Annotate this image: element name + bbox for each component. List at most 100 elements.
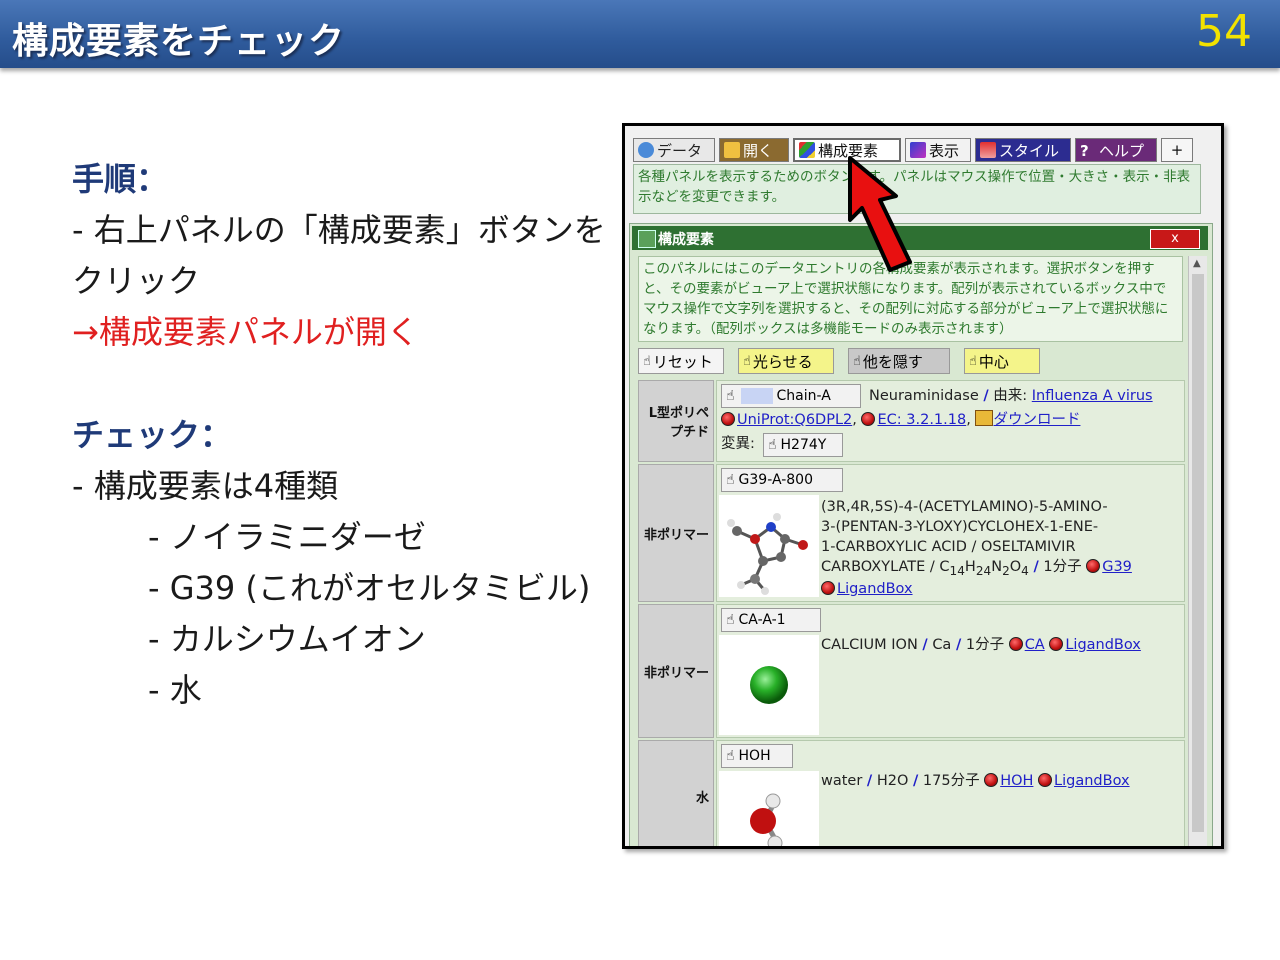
style-button[interactable]: スタイル [975, 138, 1071, 162]
g39-link[interactable]: G39 [1102, 559, 1132, 575]
download-link[interactable]: ダウンロード [993, 412, 1080, 428]
protein-name: Neuraminidase [869, 388, 979, 404]
formula-part: N [991, 559, 1003, 575]
open-button[interactable]: 開く [719, 138, 789, 162]
entry-body: ☝ G39-A-800 (3R,4R,5S)-4-(ACETYLAMINO)-5… [716, 464, 1185, 602]
procedure-result: →構成要素パネルが開く [72, 313, 419, 351]
data-icon [638, 142, 654, 158]
hoh-select-button[interactable]: ☝ HOH [721, 744, 793, 768]
ball-icon [1086, 559, 1101, 573]
hand-icon: ☝ [768, 437, 777, 453]
formula-part: 4 [1021, 563, 1029, 578]
panel-title: 構成要素 [658, 232, 714, 248]
entry-label: L型ポリペプチド [638, 380, 714, 462]
entry-body: ☝ CA-A-1 CALCIUM ION / Ca / 1分子 CA Ligan… [716, 604, 1185, 738]
water-name: water [821, 773, 863, 789]
help-button[interactable]: ? ヘルプ [1075, 138, 1157, 162]
display-button-label: 表示 [929, 141, 960, 160]
hand-icon: ☝ [969, 353, 977, 369]
center-button[interactable]: ☝ 中心 [964, 348, 1040, 374]
water-structure-image [719, 771, 819, 846]
check-item-neuraminidase: - ノイラミニダーゼ [148, 518, 426, 556]
slide-title: 構成要素をチェック [12, 21, 346, 62]
chain-color-swatch [740, 388, 773, 404]
ball-icon [861, 412, 876, 426]
g39-select-button[interactable]: ☝ G39-A-800 [721, 468, 843, 492]
hand-icon: ☝ [853, 353, 861, 369]
chain-label: Chain-A [776, 388, 831, 404]
panel-header[interactable]: 構成要素 x [632, 226, 1208, 250]
center-label: 中心 [978, 352, 1009, 371]
hoh-chip-label: HOH [738, 748, 771, 764]
add-panel-button[interactable]: + [1161, 138, 1193, 162]
procedure-line-1: - 右上パネルの「構成要素」ボタンを [72, 211, 606, 249]
ligandbox-link[interactable]: LigandBox [1065, 637, 1141, 653]
hand-icon: ☝ [643, 353, 651, 369]
check-item-calcium: - カルシウムイオン [148, 620, 426, 658]
g39-links-line: LigandBox [821, 579, 913, 599]
glow-label: 光らせる [752, 352, 813, 371]
formula-part: 2 [1002, 563, 1010, 578]
ligandbox-link[interactable]: LigandBox [1054, 773, 1130, 789]
ball-icon [984, 773, 999, 787]
ligandbox-link[interactable]: LigandBox [837, 581, 913, 597]
entry-label: 非ポリマー [638, 464, 714, 602]
close-button[interactable]: x [1150, 229, 1200, 249]
check-item-g39: - G39 (これがオセルタミビル) [148, 569, 591, 607]
scroll-up-icon[interactable]: ▲ [1193, 258, 1201, 269]
help-button-label: ヘルプ [1099, 141, 1145, 160]
entry-body: ☝ HOH water / H2O / 175分子 HOH LigandBox [716, 740, 1185, 846]
g39-structure-image [719, 495, 819, 597]
ball-icon [1038, 773, 1053, 787]
red-arrow-icon [848, 156, 912, 272]
chain-a-select-button[interactable]: ☝ Chain-A [721, 384, 861, 408]
ball-icon [1008, 637, 1023, 651]
water-info-line: water / H2O / 175分子 HOH LigandBox [821, 773, 1130, 789]
formula-part: 14 [949, 563, 965, 578]
data-button[interactable]: データ [633, 138, 715, 162]
ca-chip-label: CA-A-1 [738, 612, 786, 628]
page-number: 54 [1196, 6, 1252, 57]
calcium-symbol: Ca [932, 637, 952, 653]
uniprot-link[interactable]: UniProt:Q6DPL2 [737, 412, 852, 428]
entry-body: ☝ Chain-A Neuraminidase / 由来: Influenza … [716, 380, 1185, 462]
hoh-link[interactable]: HOH [1000, 773, 1033, 789]
calcium-name: CALCIUM ION [821, 637, 918, 653]
origin-link[interactable]: Influenza A virus [1032, 388, 1153, 404]
reset-button[interactable]: ☝ リセット [638, 348, 724, 374]
g39-chip-label: G39-A-800 [738, 472, 813, 488]
hide-others-label: 他を隠す [862, 352, 923, 371]
entry-g39: 非ポリマー ☝ G39-A-800 (3R,4R,5S)-4-(ACETYLAM… [638, 464, 1185, 602]
hand-icon: ☝ [726, 612, 735, 628]
mutation-value: H274Y [780, 437, 827, 453]
viewer-screenshot: データ 開く 構成要素 表示 スタイル ? ヘルプ + 各種パネルを表示するため… [622, 123, 1224, 849]
entry-1-line-2: UniProt:Q6DPL2, EC: 3.2.1.18, ダウンロード [721, 410, 1080, 430]
hide-others-button[interactable]: ☝ 他を隠す [848, 348, 950, 374]
water-formula: H2O [876, 773, 909, 789]
g39-name-line-1: (3R,4R,5S)-4-(ACETYLAMINO)-5-AMINO- [821, 499, 1108, 515]
entry-1-line-1: Neuraminidase / 由来: Influenza A virus [869, 388, 1153, 404]
calcium-structure-image [719, 635, 819, 735]
ca-select-button[interactable]: ☝ CA-A-1 [721, 608, 821, 632]
download-icon [975, 410, 994, 426]
ball-icon [821, 581, 835, 595]
mutation-label: 変異: [721, 436, 755, 452]
molecule-count: 1分子 [965, 637, 1005, 653]
components-icon [799, 142, 815, 158]
procedure-heading: 手順： [72, 160, 169, 198]
components-icon [638, 230, 656, 248]
mutation-select-button[interactable]: ☝ H274Y [763, 433, 843, 457]
ca-link[interactable]: CA [1025, 637, 1045, 653]
entry-polypeptide: L型ポリペプチド ☝ Chain-A Neuraminidase / 由来: I… [638, 380, 1185, 462]
check-heading: チェック： [72, 416, 233, 454]
entry-calcium: 非ポリマー ☝ CA-A-1 CALCIUM ION / Ca / 1分子 CA… [638, 604, 1185, 738]
data-button-label: データ [657, 141, 703, 160]
g39-name-line-2: 3-(PENTAN-3-YLOXY)CYCLOHEX-1-ENE- [821, 519, 1099, 535]
glow-button[interactable]: ☝ 光らせる [738, 348, 834, 374]
ec-link[interactable]: EC: 3.2.1.18 [877, 412, 966, 428]
panel-scrollbar[interactable]: ▲ [1188, 256, 1207, 846]
entry-water: 水 ☝ HOH water / H2O / 175分子 HOH LigandBo… [638, 740, 1185, 846]
open-icon [724, 142, 740, 158]
hand-icon: ☝ [726, 388, 735, 404]
scroll-thumb[interactable] [1192, 274, 1204, 832]
